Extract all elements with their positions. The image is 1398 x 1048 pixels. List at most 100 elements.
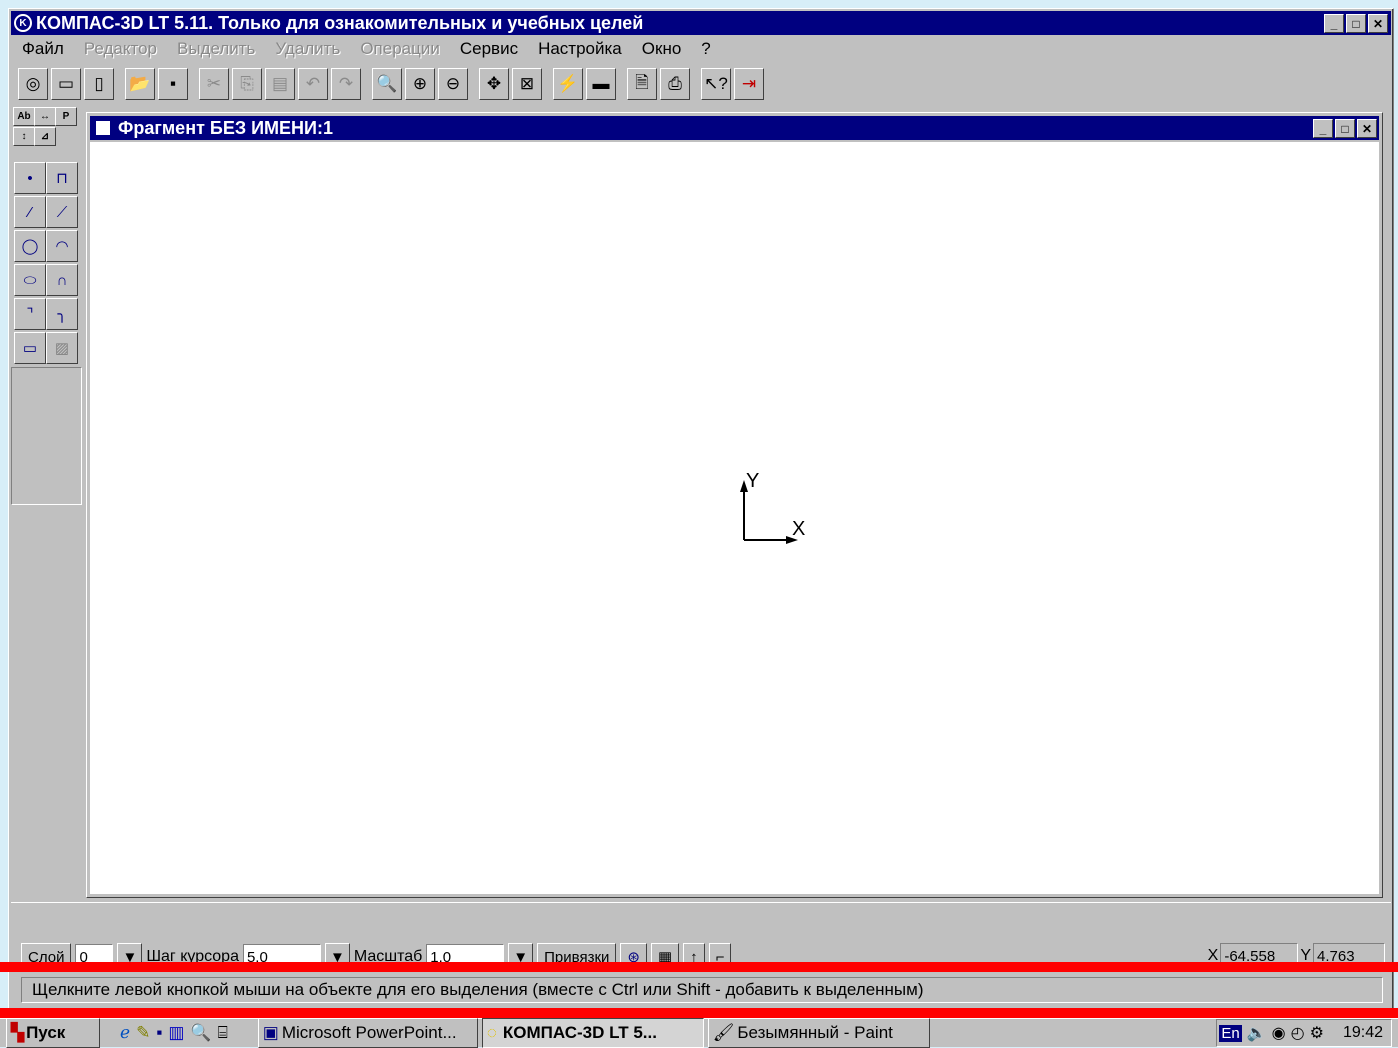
app-title: КОМПАС-3D LT 5.11. Только для ознакомите… (36, 12, 644, 33)
close-button[interactable]: ✕ (1368, 14, 1388, 33)
menu-settings[interactable]: Настройка (538, 39, 622, 59)
drawing-canvas[interactable]: Y X (90, 142, 1379, 894)
task-powerpoint[interactable]: ▣ Microsoft PowerPoint... (257, 1018, 478, 1048)
network-icon[interactable]: ⌸ (218, 1023, 228, 1043)
language-indicator[interactable]: En (1219, 1024, 1242, 1042)
menu-editor[interactable]: Редактор (84, 39, 157, 59)
new-fragment-icon[interactable]: ▯ (84, 68, 114, 100)
cursor-step-label: Шаг курсора (146, 948, 239, 963)
segment-tool-icon[interactable]: ⁄ (14, 196, 46, 228)
polyline-tool-icon[interactable]: ⟋ (46, 196, 78, 228)
grid-toggle-icon[interactable]: ▦ (650, 943, 680, 963)
task-kompas[interactable]: ◌ КОМПАС-3D LT 5... (481, 1018, 704, 1048)
zoom-all-icon[interactable]: ⊠ (512, 68, 542, 100)
menu-bar: Файл Редактор Выделить Удалить Операции … (22, 37, 1382, 61)
paint-icon: 🖌 (712, 1023, 735, 1042)
measure-panel-icon[interactable]: ⊿ (34, 127, 56, 146)
arc-tool-icon[interactable]: ◠ (46, 230, 78, 262)
rectangle-tool-icon[interactable]: ▭ (14, 332, 46, 364)
new-model-icon[interactable]: ◎ (18, 68, 48, 100)
refresh-icon[interactable]: ⚡ (553, 68, 583, 100)
ie-icon[interactable]: ℯ (120, 1023, 130, 1043)
scale-dropdown-icon[interactable]: ▼ (508, 943, 534, 963)
app-title-bar[interactable]: K КОМПАС-3D LT 5.11. Только для ознакоми… (11, 11, 1391, 35)
clock-icon[interactable]: ◴ (1291, 1023, 1305, 1043)
open-file-icon[interactable]: 📂 (125, 68, 155, 100)
start-button[interactable]: ▚ Пуск (6, 1018, 100, 1048)
volume-icon[interactable]: 🔈 (1247, 1023, 1267, 1043)
chamfer-tool-icon[interactable]: ⌝ (14, 298, 46, 330)
edit-panel-icon[interactable]: ↕ (13, 127, 35, 146)
undo-icon[interactable]: ↶ (298, 68, 328, 100)
circle-tool-icon[interactable]: ◯ (14, 230, 46, 262)
hint-frame: Щелкните левой кнопкой мыши на объекте д… (21, 977, 1383, 1003)
menu-file[interactable]: Файл (22, 39, 64, 59)
cursor-step-field[interactable]: 5.0 (242, 944, 321, 963)
zoom-in-icon[interactable]: ⊕ (405, 68, 435, 100)
doc-close-button[interactable]: ✕ (1357, 119, 1377, 138)
taskbar: ▚ Пуск ℯ ✎ ▪ ▥ 🔍 ⌸ ▣ Microsoft PowerPoin… (0, 1018, 1398, 1048)
doc-minimize-button[interactable]: _ (1313, 119, 1333, 138)
maximize-button[interactable]: □ (1346, 14, 1366, 33)
copy-icon[interactable]: ⎘ (232, 68, 262, 100)
parameters-panel-icon[interactable]: P (55, 107, 77, 126)
cut-icon[interactable]: ✂ (199, 68, 229, 100)
new-drawing-icon[interactable]: ▭ (51, 68, 81, 100)
context-help-icon[interactable]: ↖? (701, 68, 731, 100)
ellipse-tool-icon[interactable]: ⬭ (14, 264, 46, 296)
scale-field[interactable]: 1.0 (426, 944, 505, 963)
zoom-window-icon[interactable]: 🔍 (372, 68, 402, 100)
highlight-line-top (0, 962, 1398, 972)
paste-icon[interactable]: ▤ (265, 68, 295, 100)
geometry-panel-icon[interactable]: Ab (13, 107, 35, 126)
outlook-icon[interactable]: ✎ (136, 1023, 150, 1043)
print-icon[interactable]: ⎙ (660, 68, 690, 100)
hint-bar: Щелкните левой кнопкой мыши на объекте д… (11, 972, 1391, 1008)
windows-logo-icon: ▚ (11, 1023, 25, 1042)
exit-icon[interactable]: ⇥ (734, 68, 764, 100)
doc-maximize-button[interactable]: □ (1335, 119, 1355, 138)
window-icon[interactable]: ▬ (586, 68, 616, 100)
layer-dropdown-icon[interactable]: ▼ (117, 943, 143, 963)
axis-x-label: X (792, 518, 806, 540)
left-tool-panel: Ab ↔ P ↕ ⊿ • ⊓ ⁄ ⟋ ◯ ◠ ⬭ ∩ ⌝ ╮ ▭ ▨ (11, 105, 84, 897)
layer-field[interactable]: 0 (75, 944, 114, 963)
hint-text: Щелкните левой кнопкой мыши на объекте д… (32, 980, 924, 999)
minimize-button[interactable]: _ (1324, 14, 1344, 33)
library-icon[interactable]: ▥ (168, 1023, 184, 1043)
document-icon (96, 121, 110, 135)
save-file-icon[interactable]: ▪ (158, 68, 188, 100)
menu-window[interactable]: Окно (642, 39, 682, 59)
system-tray: En 🔈 ◉ ◴ ⚙ 19:42 (1216, 1019, 1392, 1047)
spline-tool-icon[interactable]: ∩ (46, 264, 78, 296)
panel-separator (11, 367, 82, 505)
menu-service[interactable]: Сервис (460, 39, 518, 59)
hatch-tool-icon[interactable]: ▨ (46, 332, 78, 364)
point-tool-icon[interactable]: • (14, 162, 46, 194)
floppy-icon[interactable]: ▪ (156, 1023, 162, 1043)
pan-icon[interactable]: ✥ (479, 68, 509, 100)
redo-icon[interactable]: ↷ (331, 68, 361, 100)
task-paint[interactable]: 🖌 Безымянный - Paint (707, 1018, 930, 1048)
print-preview-icon[interactable]: 🗎 (627, 68, 657, 100)
fillet-tool-icon[interactable]: ╮ (46, 298, 78, 330)
document-title-bar[interactable]: Фрагмент БЕЗ ИМЕНИ:1 _ □ ✕ (90, 116, 1379, 140)
snaps-button[interactable]: Привязки (537, 943, 617, 963)
document-window: Фрагмент БЕЗ ИМЕНИ:1 _ □ ✕ Y X (86, 112, 1383, 898)
scheduler-icon[interactable]: ⚙ (1310, 1023, 1324, 1043)
menu-select[interactable]: Выделить (177, 39, 255, 59)
auxiliary-line-tool-icon[interactable]: ⊓ (46, 162, 78, 194)
layer-button[interactable]: Слой (21, 943, 72, 963)
dimensions-panel-icon[interactable]: ↔ (34, 107, 56, 126)
menu-help[interactable]: ? (701, 39, 710, 59)
zoom-out-icon[interactable]: ⊖ (438, 68, 468, 100)
search-icon[interactable]: 🔍 (190, 1023, 211, 1043)
step-dropdown-icon[interactable]: ▼ (324, 943, 350, 963)
menu-operations[interactable]: Операции (360, 39, 440, 59)
clock[interactable]: 19:42 (1343, 1024, 1383, 1042)
ortho-toggle-icon[interactable]: ↑ (683, 943, 705, 963)
local-cs-icon[interactable]: ⌐ (708, 943, 732, 963)
cd-icon[interactable]: ◉ (1272, 1023, 1286, 1043)
snap-toggle-icon[interactable]: ⊛ (620, 943, 647, 963)
menu-delete[interactable]: Удалить (275, 39, 340, 59)
